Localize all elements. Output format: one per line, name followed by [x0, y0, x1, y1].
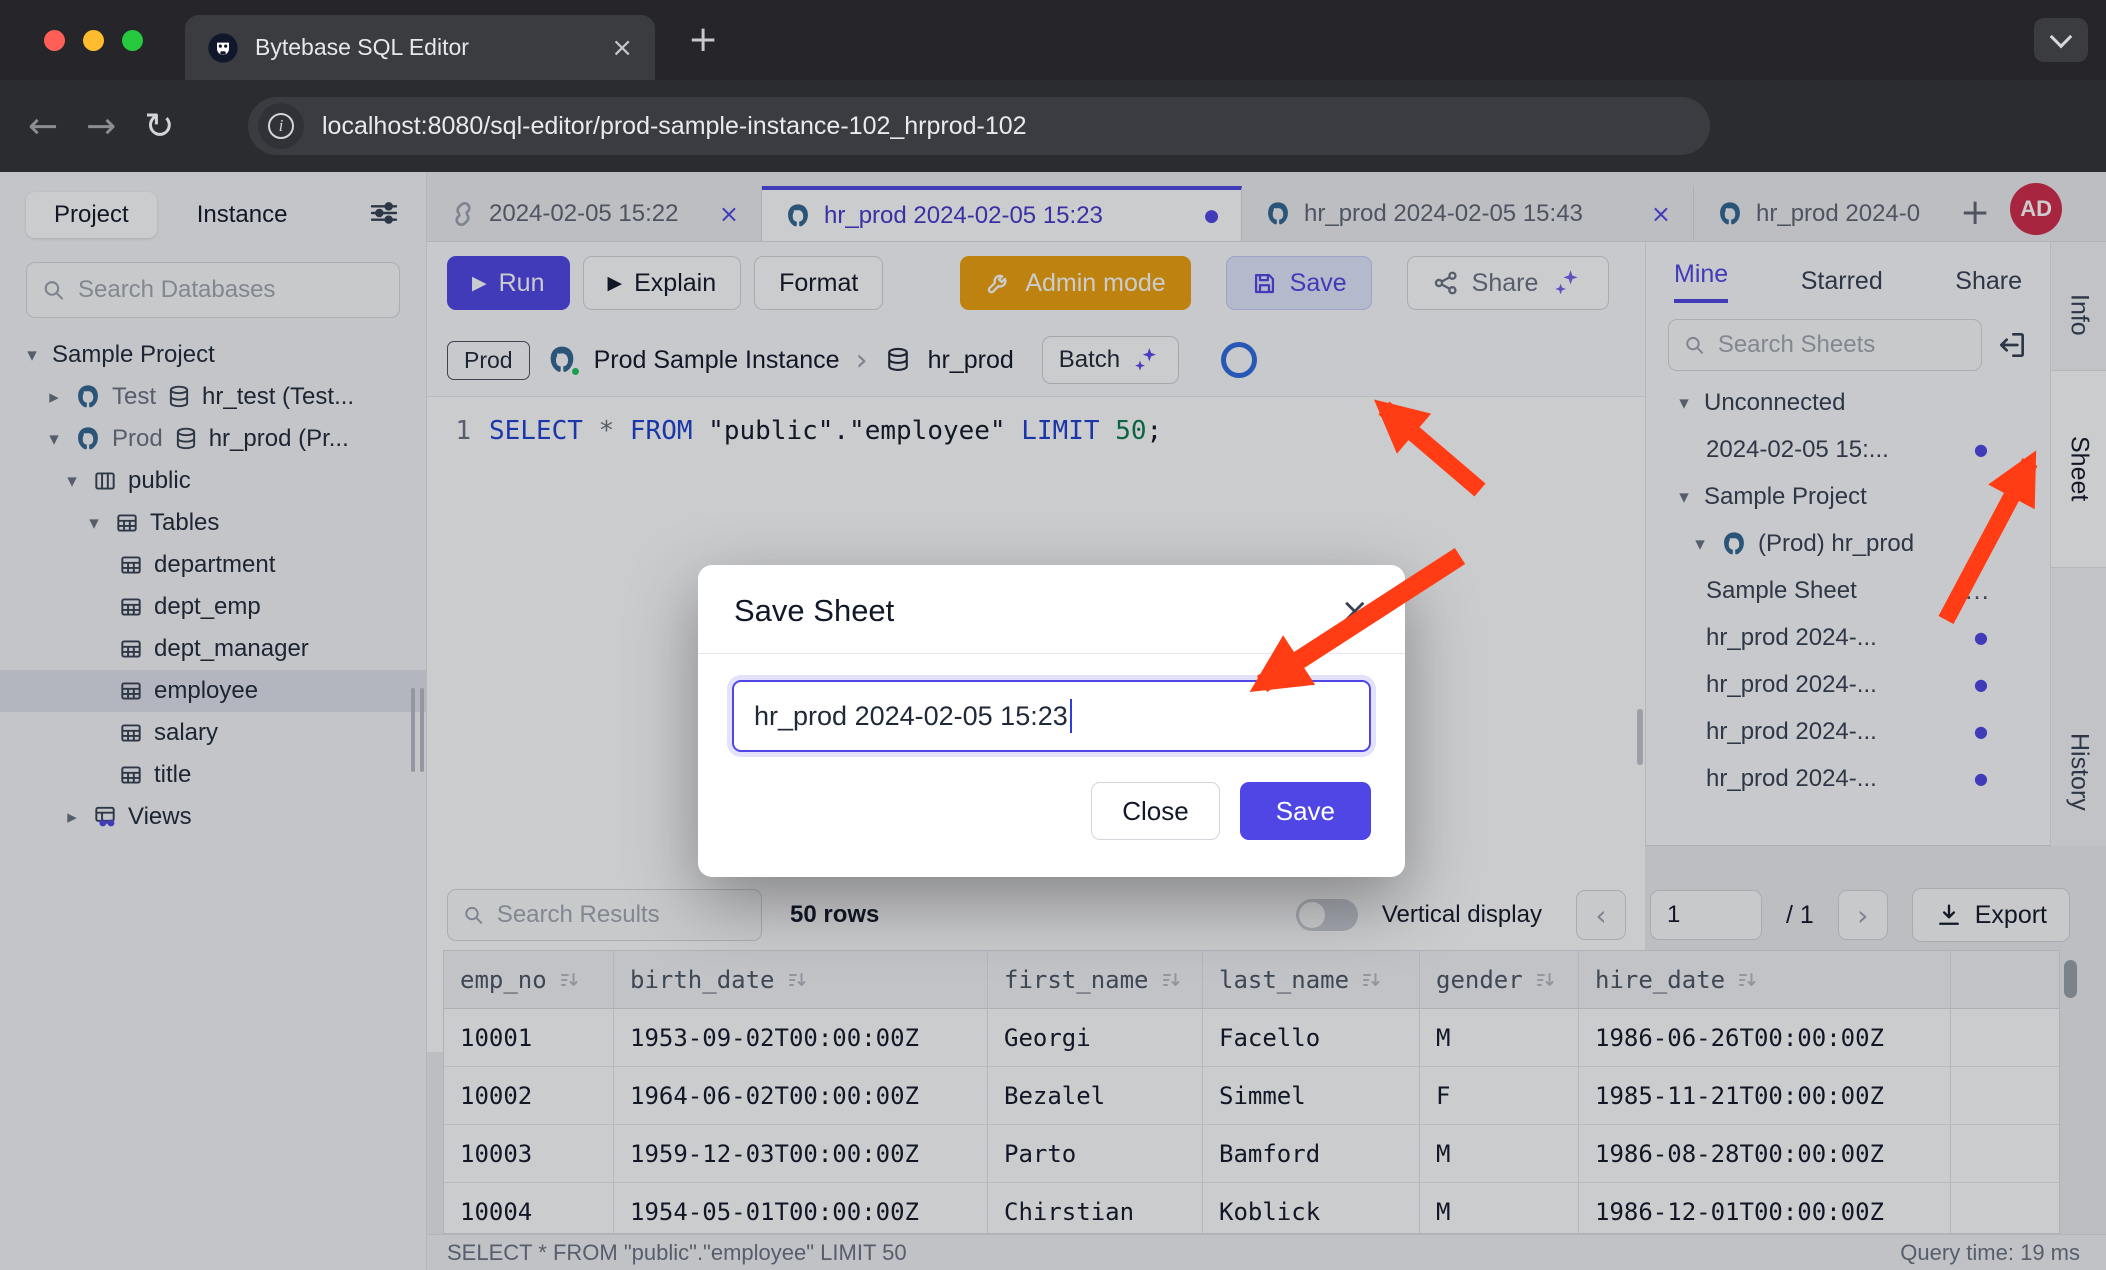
browser-navbar: ← → ↻ i localhost:8080/sql-editor/prod-s…: [0, 80, 2106, 172]
forward-button[interactable]: →: [86, 106, 116, 147]
browser-tab[interactable]: Bytebase SQL Editor ×: [185, 15, 655, 80]
new-tab-button[interactable]: +: [688, 22, 718, 58]
url-bar[interactable]: i localhost:8080/sql-editor/prod-sample-…: [248, 97, 1710, 155]
chevron-down-icon: [2050, 26, 2073, 49]
modal-close-button[interactable]: Close: [1091, 782, 1219, 840]
modal-close-icon[interactable]: ×: [1341, 591, 1370, 631]
text-cursor: [1070, 699, 1073, 733]
browser-tab-title: Bytebase SQL Editor: [255, 34, 595, 61]
macos-close-button[interactable]: [44, 30, 65, 51]
info-icon: i: [268, 113, 294, 139]
macos-zoom-button[interactable]: [122, 30, 143, 51]
macos-minimize-button[interactable]: [83, 30, 104, 51]
save-sheet-modal: Save Sheet × hr_prod 2024-02-05 15:23 Cl…: [698, 565, 1405, 877]
back-button[interactable]: ←: [28, 106, 58, 147]
browser-tab-close-icon[interactable]: ×: [611, 33, 633, 63]
modal-header: Save Sheet ×: [698, 565, 1405, 653]
site-info-button[interactable]: i: [258, 103, 304, 149]
modal-save-button[interactable]: Save: [1240, 782, 1371, 840]
modal-divider: [698, 653, 1405, 654]
tab-search-button[interactable]: [2034, 18, 2088, 62]
screen: Bytebase SQL Editor × + ← → ↻ i localhos…: [0, 0, 2106, 1270]
bytebase-favicon: [207, 32, 239, 64]
modal-actions: Close Save: [698, 752, 1405, 870]
browser-tabstrip: Bytebase SQL Editor × +: [0, 0, 2106, 80]
url-text: localhost:8080/sql-editor/prod-sample-in…: [322, 112, 1027, 141]
modal-title: Save Sheet: [734, 593, 894, 629]
sheet-name-input[interactable]: hr_prod 2024-02-05 15:23: [732, 680, 1371, 752]
reload-button[interactable]: ↻: [144, 106, 174, 147]
sheet-name-value: hr_prod 2024-02-05 15:23: [754, 701, 1068, 732]
